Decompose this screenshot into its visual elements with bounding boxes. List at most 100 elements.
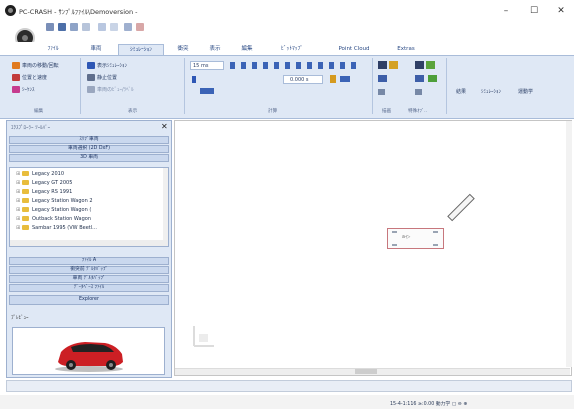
tree-item[interactable]: ⊞ Sambar 1995 (VW Beetl...: [16, 224, 97, 232]
pointer-icon[interactable]: [415, 61, 424, 69]
window-title: PC-CRASH - ｻﾝﾌﾟﾙﾌｧｲﾙ\Demoversion -: [19, 8, 138, 16]
vehicle-object[interactable]: [387, 228, 444, 249]
playback-controls-icon[interactable]: [230, 62, 360, 69]
group-separator: [372, 58, 373, 114]
tab-view[interactable]: 表示: [204, 44, 226, 55]
panel-bar-pre-collision[interactable]: 衝突前 ﾃﾞﾙﾀﾊﾞｯﾌﾟ: [9, 266, 169, 274]
simulation-canvas[interactable]: [174, 120, 572, 376]
tree-item[interactable]: ⊞ Legacy Station Wagon (: [16, 206, 91, 214]
wheel-icon: [433, 231, 438, 233]
folder-icon: [22, 171, 29, 176]
close-button[interactable]: ✕: [550, 4, 572, 18]
info-bar: [6, 380, 572, 392]
folder-icon: [22, 189, 29, 194]
tree-item[interactable]: ⊞ Legacy RS 1991: [16, 188, 72, 196]
tree-object-icon[interactable]: [426, 61, 435, 69]
undo-icon[interactable]: [98, 23, 106, 31]
tab-collision[interactable]: 衝突: [172, 44, 194, 55]
panel-bar-sliding-vehicle[interactable]: ｽﾘﾌﾞ車両: [9, 136, 169, 144]
position-speed-icon: [12, 74, 20, 81]
simulation-display-button[interactable]: 表示ｼﾐｭﾚｰｼｮﾝ: [97, 62, 127, 69]
time-slider-thumb[interactable]: [192, 76, 196, 83]
simulation-display-icon: [87, 62, 95, 69]
panel-bar-explorer[interactable]: Explorer: [9, 295, 169, 305]
folder-icon: [22, 180, 29, 185]
explorer-panel-title: ｴｸｽﾌﾟﾛｰﾗｰ ﾂｰﾙﾊﾞｰ: [11, 125, 51, 131]
tree-item[interactable]: ⊞ Legacy Station Wagon 2: [16, 197, 93, 205]
coordinate-axes-icon: [193, 326, 214, 347]
scrollbar-thumb[interactable]: [355, 369, 377, 374]
arrow-tool-icon[interactable]: [378, 61, 387, 69]
maximize-button[interactable]: ☐: [523, 4, 545, 18]
tree-item[interactable]: ⊞ Legacy 2010: [16, 170, 64, 178]
rest-position-button[interactable]: 静止位置: [97, 74, 117, 81]
pencil-tool-icon[interactable]: [389, 61, 398, 69]
print-icon[interactable]: [82, 23, 90, 31]
stop-icon[interactable]: [330, 75, 336, 83]
green-object-icon[interactable]: [428, 75, 437, 82]
panel-bar-vehicle-delta[interactable]: 車両 ﾃﾞﾙﾀﾊﾞｯﾌﾟ: [9, 275, 169, 283]
folder-icon: [22, 207, 29, 212]
drawing-group-label: 描画: [382, 109, 392, 114]
kinematics-button[interactable]: 運動学: [518, 88, 533, 95]
new-file-icon[interactable]: [46, 23, 54, 31]
tree-item[interactable]: ⊞ Legacy GT 2005: [16, 179, 72, 187]
vehicle-label: a-▷: [402, 235, 411, 240]
refresh-arrows-icon[interactable]: [200, 88, 214, 94]
object-tool-icon[interactable]: [415, 75, 424, 82]
preview-label: ﾌﾟﾚﾋﾞｭｰ: [11, 315, 29, 321]
minimize-button[interactable]: –: [495, 4, 517, 18]
canvas-vertical-scrollbar[interactable]: [566, 121, 572, 367]
folder-icon: [22, 198, 29, 203]
vehicle-view-icon: [87, 86, 95, 93]
move-rotate-icon: [12, 62, 20, 69]
tab-bitmap[interactable]: ﾋﾞｯﾄﾏｯﾌﾟ: [272, 44, 312, 55]
car-preview-image: [55, 342, 123, 372]
vehicle-view-button[interactable]: 車両のﾋﾞｭｰ/ﾗﾍﾞﾙ: [97, 86, 134, 93]
sequence-icon: [12, 86, 20, 93]
tree-horizontal-scrollbar[interactable]: [10, 240, 168, 246]
special-objects-group-label: 特殊ｵﾌﾞ..: [408, 109, 427, 114]
group-separator: [80, 58, 81, 114]
calc-all-icon[interactable]: [340, 76, 350, 82]
status-text: 15-4-1:116 ≥:0.00 動力学 ▢ ⊖ ⊕: [390, 402, 468, 407]
edit-group-label: 編集: [34, 109, 44, 114]
results-button[interactable]: 結果: [456, 88, 466, 95]
tab-vehicle[interactable]: 車両: [86, 44, 106, 55]
position-speed-button[interactable]: 位置と速度: [22, 74, 47, 81]
wheel-icon: [392, 231, 397, 233]
tab-file[interactable]: ﾌｧｲﾙ: [40, 44, 66, 55]
time-value: 0.000 s: [290, 77, 309, 83]
tree-vertical-scrollbar[interactable]: [163, 168, 168, 240]
wheel-icon[interactable]: [415, 89, 422, 95]
wheel-icon: [392, 244, 397, 246]
simulation-button[interactable]: ｼﾐｭﾚｰｼｮﾝ: [481, 88, 501, 95]
vehicle-preview: [12, 327, 165, 375]
refresh-icon[interactable]: [124, 23, 132, 31]
alert-icon[interactable]: [136, 23, 144, 31]
app-logo-icon: [5, 5, 16, 16]
move-rotate-button[interactable]: 車両の移動/回転: [22, 62, 59, 69]
tab-extras[interactable]: Extras: [392, 44, 420, 55]
panel-bar-3d-vehicle[interactable]: 3D 車両: [9, 154, 169, 162]
panel-close-icon[interactable]: ✕: [161, 122, 168, 131]
save-icon[interactable]: [58, 23, 66, 31]
path-tool-icon[interactable]: [378, 75, 387, 82]
rest-position-icon: [87, 74, 95, 81]
sequence-button[interactable]: ｼｰｹﾝｽ: [22, 86, 35, 93]
folder-icon: [22, 216, 29, 221]
redo-icon[interactable]: [110, 23, 118, 31]
group-separator: [446, 58, 447, 114]
tab-edit[interactable]: 編集: [236, 44, 258, 55]
tab-simulation[interactable]: ｼﾐｭﾚｰｼｮﾝ: [118, 44, 164, 55]
save-as-icon[interactable]: [70, 23, 78, 31]
tab-point-cloud[interactable]: Point Cloud: [330, 44, 378, 55]
display-group-label: 表示: [128, 109, 138, 114]
panel-bar-file-a[interactable]: ﾌｧｲﾙ A: [9, 257, 169, 265]
folder-icon: [22, 225, 29, 230]
calc-group-label: 計算: [268, 109, 278, 114]
panel-bar-vehicle-select[interactable]: 車両選択 (2D DxF): [9, 145, 169, 153]
tree-item[interactable]: ⊞ Outback Station Wagon: [16, 215, 91, 223]
wheel-icon[interactable]: [378, 89, 385, 95]
panel-bar-database-file[interactable]: ﾃﾞｰﾀﾍﾞｰｽ ﾌｧｲﾙ: [9, 284, 169, 292]
